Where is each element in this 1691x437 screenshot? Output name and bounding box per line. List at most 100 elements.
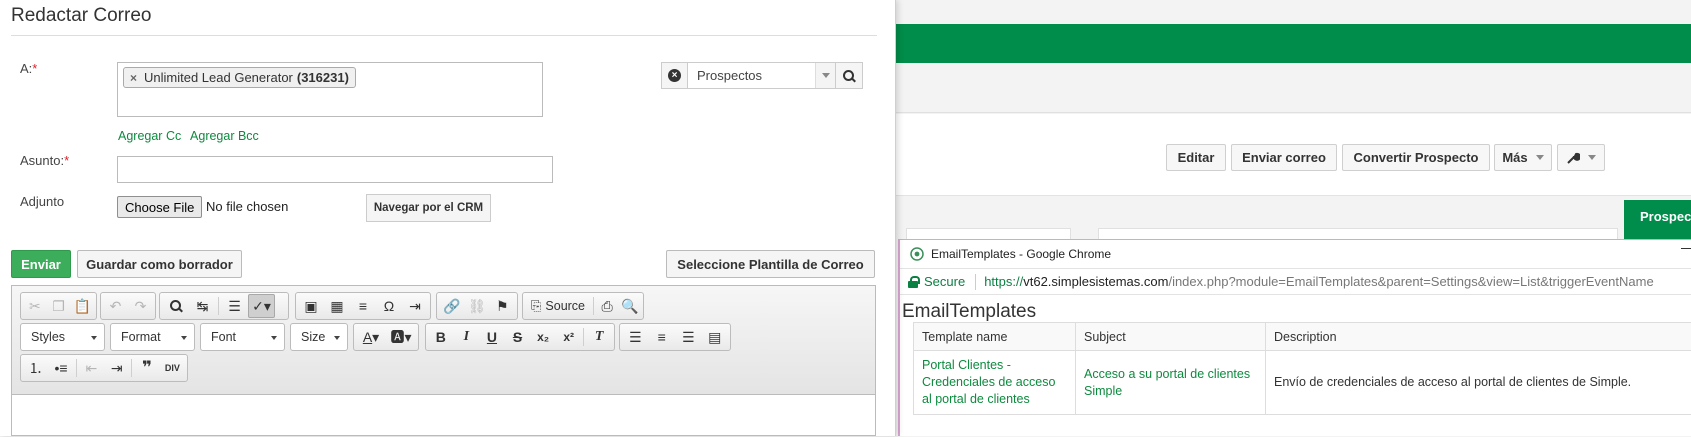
url-host: vt62.simplesistemas.com (1023, 274, 1168, 289)
undo-icon[interactable]: ↶ (103, 294, 128, 318)
add-cc-link[interactable]: Agregar Cc (118, 129, 181, 143)
cut-icon[interactable]: ✂ (23, 294, 47, 318)
recipient-id: (316231) (297, 70, 349, 85)
convert-lead-button[interactable]: Convertir Prospecto (1342, 144, 1490, 171)
column-description[interactable]: Description (1266, 323, 1691, 351)
numbered-list-icon[interactable]: ⒈ (23, 356, 48, 380)
image-icon[interactable]: ▣ (298, 294, 324, 318)
outdent-icon[interactable]: ⇤ (79, 356, 104, 380)
app-logo-icon (910, 247, 924, 261)
blockquote-icon[interactable]: ❞ (134, 356, 159, 380)
tab-prospecto[interactable]: Prospecto (1624, 200, 1691, 240)
select-all-icon[interactable]: ☰ (221, 294, 248, 318)
url-protocol: https:// (984, 274, 1023, 289)
lock-icon (908, 276, 918, 288)
recipient-chip[interactable]: × Unlimited Lead Generator (316231) (123, 67, 356, 88)
remove-format-icon[interactable]: T (586, 325, 612, 349)
subject-label-text: Asunto: (20, 153, 64, 168)
spellcheck-icon[interactable]: ✓▾ (248, 294, 275, 318)
italic-icon[interactable]: I (454, 325, 480, 349)
more-button[interactable]: Más (1494, 144, 1552, 171)
window-title: EmailTemplates - Google Chrome (931, 247, 1111, 261)
module-select[interactable]: Prospectos (688, 62, 836, 89)
source-label: Source (545, 299, 585, 313)
paste-icon[interactable]: 📋 (70, 294, 94, 318)
table-row[interactable]: Portal Clientes - Credenciales de acceso… (914, 351, 1691, 415)
editor-content-area[interactable] (12, 396, 875, 435)
select-template-button[interactable]: Seleccione Plantilla de Correo (666, 250, 875, 278)
subscript-icon[interactable]: x₂ (530, 325, 556, 349)
chevron-down-icon (271, 336, 277, 340)
minimize-icon[interactable] (1681, 248, 1691, 249)
clear-selection-button[interactable]: × (661, 62, 688, 89)
justify-icon[interactable]: ▤ (702, 325, 729, 349)
alignment-group: ☰ ≡ ☰ ▤ (619, 323, 731, 351)
redo-icon[interactable]: ↷ (128, 294, 153, 318)
find-group: ↹ ☰ ✓▾ (159, 292, 289, 320)
email-templates-popup: EmailTemplates - Google Chrome Secure ht… (898, 239, 1691, 436)
rich-text-editor: ✂ ❐ 📋 ↶ ↷ ↹ ☰ ✓▾ ▣ ▦ ≡ Ω ⇥ (11, 285, 876, 436)
page-break-icon[interactable]: ⇥ (402, 294, 428, 318)
special-char-icon[interactable]: Ω (376, 294, 402, 318)
styles-combo[interactable]: Styles (20, 323, 105, 351)
tab-prospecto-label: Prospecto (1640, 209, 1691, 224)
horizontal-rule-icon[interactable]: ≡ (350, 294, 376, 318)
anchor-icon[interactable]: ⚑ (490, 294, 515, 318)
styles-combo-label: Styles (31, 330, 65, 344)
font-combo[interactable]: Font (200, 323, 285, 351)
format-combo-label: Format (121, 330, 161, 344)
close-icon[interactable]: × (130, 71, 137, 85)
size-combo[interactable]: Size (290, 323, 348, 351)
send-button[interactable]: Enviar (11, 250, 71, 278)
preview-icon[interactable]: 🔍 (618, 294, 641, 318)
strike-icon[interactable]: S (505, 325, 531, 349)
address-bar[interactable]: Secure https://vt62.simplesistemas.com/i… (900, 268, 1691, 295)
copy-icon[interactable]: ❐ (47, 294, 71, 318)
edit-button[interactable]: Editar (1166, 144, 1226, 171)
attachment-label: Adjunto (20, 194, 64, 209)
subject-input[interactable] (117, 156, 553, 183)
source-button[interactable]: ⎘Source (525, 298, 591, 314)
undo-group: ↶ ↷ (100, 292, 156, 320)
align-right-icon[interactable]: ☰ (675, 325, 702, 349)
underline-icon[interactable]: U (479, 325, 505, 349)
template-name-link[interactable]: Portal Clientes - Credenciales de acceso… (914, 351, 1076, 415)
templates-icon[interactable]: ⎙ (596, 294, 619, 318)
replace-icon[interactable]: ↹ (189, 294, 216, 318)
align-center-icon[interactable]: ≡ (649, 325, 676, 349)
templates-table: Template name Subject Description Portal… (913, 322, 1691, 415)
unlink-icon[interactable]: ⛓ (464, 294, 489, 318)
link-group: 🔗 ⛓ ⚑ (436, 292, 518, 320)
module-selector-group: × Prospectos (661, 62, 863, 89)
align-left-icon[interactable]: ☰ (622, 325, 649, 349)
indent-icon[interactable]: ⇥ (104, 356, 129, 380)
add-bcc-link[interactable]: Agregar Bcc (190, 129, 259, 143)
bold-icon[interactable]: B (428, 325, 454, 349)
column-subject[interactable]: Subject (1076, 323, 1266, 351)
settings-wrench-button[interactable] (1557, 144, 1605, 171)
to-recipients-field[interactable]: × Unlimited Lead Generator (316231) (117, 62, 543, 117)
table-icon[interactable]: ▦ (324, 294, 350, 318)
chevron-down-icon (334, 336, 340, 340)
choose-file-button[interactable]: Choose File (117, 196, 202, 218)
browse-crm-button[interactable]: Navegar por el CRM (366, 194, 491, 222)
close-circle-icon: × (668, 69, 681, 82)
text-color-icon[interactable]: A▾ (356, 325, 386, 349)
format-combo[interactable]: Format (110, 323, 195, 351)
modal-title: Redactar Correo (11, 5, 151, 27)
bg-color-icon[interactable]: 🅰▾ (386, 325, 416, 349)
send-email-button[interactable]: Enviar correo (1231, 144, 1337, 171)
template-subject-link[interactable]: Acceso a su portal de clientes Simple (1076, 351, 1266, 415)
bulleted-list-icon[interactable]: •≡ (48, 356, 73, 380)
to-label-text: A: (20, 61, 32, 76)
link-icon[interactable]: 🔗 (439, 294, 464, 318)
column-template-name[interactable]: Template name (914, 323, 1076, 351)
chevron-down-icon (91, 336, 97, 340)
find-icon[interactable] (162, 294, 189, 318)
superscript-icon[interactable]: x² (556, 325, 582, 349)
div-icon[interactable]: DIV (160, 356, 185, 380)
save-draft-button[interactable]: Guardar como borrador (77, 250, 242, 278)
edit-label: Editar (1178, 150, 1215, 165)
search-button[interactable] (836, 62, 863, 89)
subject-label: Asunto:* (20, 153, 69, 168)
